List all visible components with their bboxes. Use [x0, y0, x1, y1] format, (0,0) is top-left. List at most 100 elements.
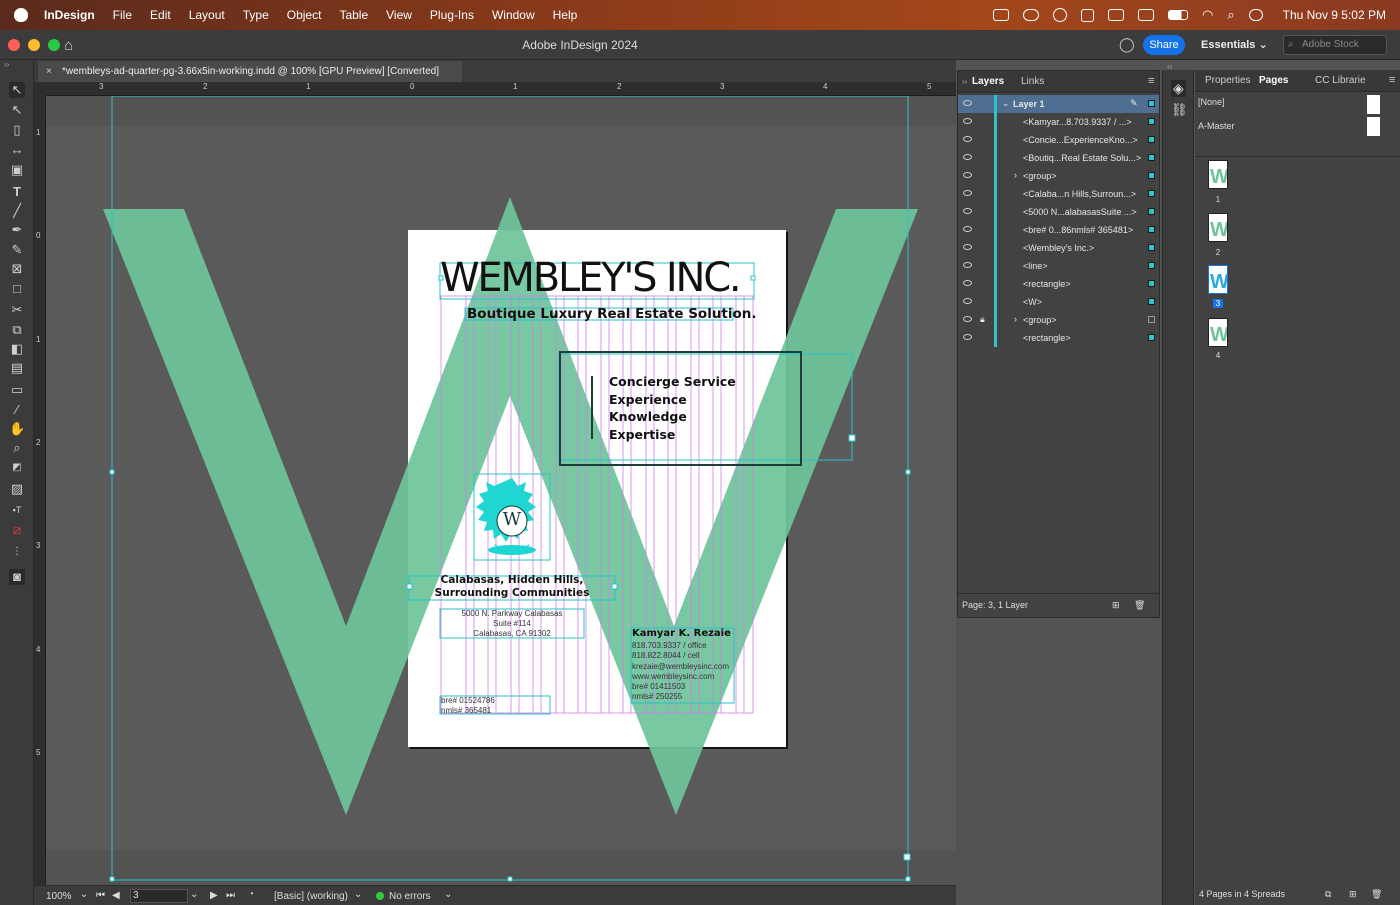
rectangle-frame-tool-icon[interactable]: ⊠	[9, 261, 25, 277]
menu-edit[interactable]: Edit	[150, 8, 171, 22]
layer-item[interactable]: <Calaba...n Hills,Surroun...>	[958, 185, 1159, 203]
company-name[interactable]: WEMBLEY'S INC.	[440, 256, 760, 300]
control-center-icon[interactable]	[1248, 9, 1263, 21]
profile-dropdown-icon[interactable]: ⌄	[354, 889, 362, 900]
cloud-icon[interactable]	[1022, 9, 1039, 21]
close-tab-icon[interactable]: ×	[46, 61, 52, 82]
visibility-eye-icon[interactable]	[963, 298, 972, 304]
panel-expand-icon[interactable]: ››	[4, 60, 9, 69]
gradient-tool-icon[interactable]: ◧	[9, 341, 25, 357]
toolbox-icon[interactable]	[1137, 9, 1154, 21]
apple-icon[interactable]	[14, 8, 28, 22]
preflight-status[interactable]: No errors	[389, 891, 431, 902]
layer-item[interactable]: <Concie...ExperienceKno...>	[958, 131, 1159, 149]
adobe-icon[interactable]	[1080, 8, 1094, 22]
tab-cc-libraries[interactable]: CC Librarie	[1315, 75, 1366, 86]
chevron-right-icon[interactable]: ›	[1014, 170, 1017, 180]
selection-square[interactable]	[1148, 100, 1155, 107]
hand-tool-icon[interactable]: ✋	[9, 421, 25, 437]
layer-item[interactable]: <bre# 0...86nmls# 365481>	[958, 221, 1159, 239]
selection-square[interactable]	[1148, 244, 1155, 251]
lock-icon[interactable]: 🔒︎	[980, 314, 985, 325]
selection-square[interactable]	[1148, 208, 1155, 215]
selection-square[interactable]	[1148, 226, 1155, 233]
menu-plugins[interactable]: Plug-Ins	[430, 8, 474, 22]
visibility-eye-icon[interactable]	[963, 154, 972, 160]
collapse-icon[interactable]: ››	[962, 77, 967, 86]
visibility-eye-icon[interactable]	[963, 226, 972, 232]
new-page-icon[interactable]: ⊞	[1349, 885, 1357, 903]
menu-object[interactable]: Object	[287, 8, 322, 22]
menu-layout[interactable]: Layout	[189, 8, 225, 22]
search-icon[interactable]: ⌕	[1227, 7, 1234, 23]
next-page-icon[interactable]: ▶	[210, 890, 218, 901]
rectangle-tool-icon[interactable]: □	[9, 281, 25, 297]
master-a[interactable]: A-Master	[1198, 117, 1396, 142]
page-number-field[interactable]: 3	[130, 889, 188, 903]
chevron-right-icon[interactable]: ›	[1014, 314, 1017, 324]
layer-item[interactable]: <Kamyar...8.703.9337 / ...>	[958, 113, 1159, 131]
preflight-dropdown-icon[interactable]: ⌄	[444, 889, 452, 900]
page-thumb-2[interactable]: W	[1208, 213, 1228, 242]
selection-square[interactable]	[1148, 316, 1155, 323]
gradient-feather-tool-icon[interactable]: ▤	[9, 360, 25, 376]
first-page-icon[interactable]: ⏮	[96, 890, 105, 901]
license-block[interactable]: bre# 01524786 nmls# 365481	[441, 696, 495, 716]
new-layer-icon[interactable]: ⊞	[1112, 594, 1120, 616]
layer-item[interactable]: › <group>	[958, 167, 1159, 185]
selection-square[interactable]	[1148, 298, 1155, 305]
collapse-icon[interactable]: ‹‹	[1167, 62, 1172, 71]
previous-page-icon[interactable]: ◀	[112, 890, 120, 901]
page-tool-icon[interactable]: ▯	[9, 122, 25, 138]
ruler-origin[interactable]	[34, 82, 46, 96]
visibility-eye-icon[interactable]	[963, 136, 972, 142]
chevron-down-icon[interactable]: ⌄	[1002, 98, 1010, 109]
services-list[interactable]: Concierge Service Experience Knowledge E…	[609, 373, 736, 443]
layer-item[interactable]: <Wembley's Inc.>	[958, 239, 1159, 257]
selection-square[interactable]	[1148, 334, 1155, 341]
page-thumb-3[interactable]: W	[1208, 265, 1228, 294]
lightbulb-icon[interactable]: ◯	[1119, 36, 1135, 53]
visibility-eye-icon[interactable]	[963, 244, 972, 250]
document-canvas[interactable]: WEMBLEY'S INC. Boutique Luxury Real Esta…	[46, 96, 956, 885]
free-transform-tool-icon[interactable]: ⧉	[9, 322, 25, 338]
scissors-tool-icon[interactable]: ✂	[9, 302, 25, 318]
layer-item[interactable]: <Boutiq...Real Estate Solu...>	[958, 149, 1159, 167]
menu-file[interactable]: File	[113, 8, 132, 22]
note-tool-icon[interactable]: ▭	[9, 382, 25, 398]
page-dropdown-icon[interactable]: ⌄	[190, 889, 198, 900]
preflight-profile[interactable]: [Basic] (working)	[274, 891, 348, 902]
screen-mode-icon[interactable]: ⋮	[9, 544, 25, 560]
visibility-eye-icon[interactable]	[963, 190, 972, 196]
selection-tool-icon[interactable]: ↖	[9, 82, 25, 98]
type-tool-icon[interactable]: T	[9, 184, 25, 200]
links-panel-icon[interactable]: ⛓︎	[1171, 102, 1188, 118]
page-thumb-1[interactable]: W	[1208, 160, 1228, 189]
address-block[interactable]: 5000 N. Parkway Calabasas Suite #114 Cal…	[440, 609, 584, 639]
visibility-eye-icon[interactable]	[963, 208, 972, 214]
selection-square[interactable]	[1148, 136, 1155, 143]
layer-item[interactable]: <line>	[958, 257, 1159, 275]
visibility-eye-icon[interactable]	[963, 262, 972, 268]
menu-window[interactable]: Window	[492, 8, 535, 22]
zoom-dropdown-icon[interactable]: ⌄	[80, 889, 88, 900]
view-mode-icon[interactable]: ◙	[9, 569, 25, 585]
menu-table[interactable]: Table	[339, 8, 368, 22]
menu-type[interactable]: Type	[243, 8, 269, 22]
pen-tool-icon[interactable]: ✒	[9, 222, 25, 238]
agent-block[interactable]: Kamyar K. Rezaie 818.703.9337 / office 8…	[632, 627, 742, 703]
selection-square[interactable]	[1148, 172, 1155, 179]
battery-icon[interactable]	[1167, 10, 1188, 20]
horizontal-ruler[interactable]: 3 2 1 0 1 2 3 4 5	[46, 82, 956, 96]
menu-view[interactable]: View	[386, 8, 412, 22]
formatting-affects-icon[interactable]: ▪T	[9, 502, 25, 518]
creative-cloud-icon[interactable]	[1052, 8, 1067, 22]
tab-pages[interactable]: Pages	[1259, 75, 1288, 86]
app-menu-indesign[interactable]: InDesign	[44, 8, 95, 22]
line-tool-icon[interactable]: ╱	[9, 203, 25, 219]
tagline[interactable]: Boutique Luxury Real Estate Solution.	[467, 306, 757, 322]
delete-layer-icon[interactable]: 🗑︎	[1134, 594, 1145, 616]
share-button[interactable]: Share	[1143, 35, 1185, 55]
visibility-eye-icon[interactable]	[963, 334, 972, 340]
master-none[interactable]: [None]	[1198, 95, 1396, 118]
